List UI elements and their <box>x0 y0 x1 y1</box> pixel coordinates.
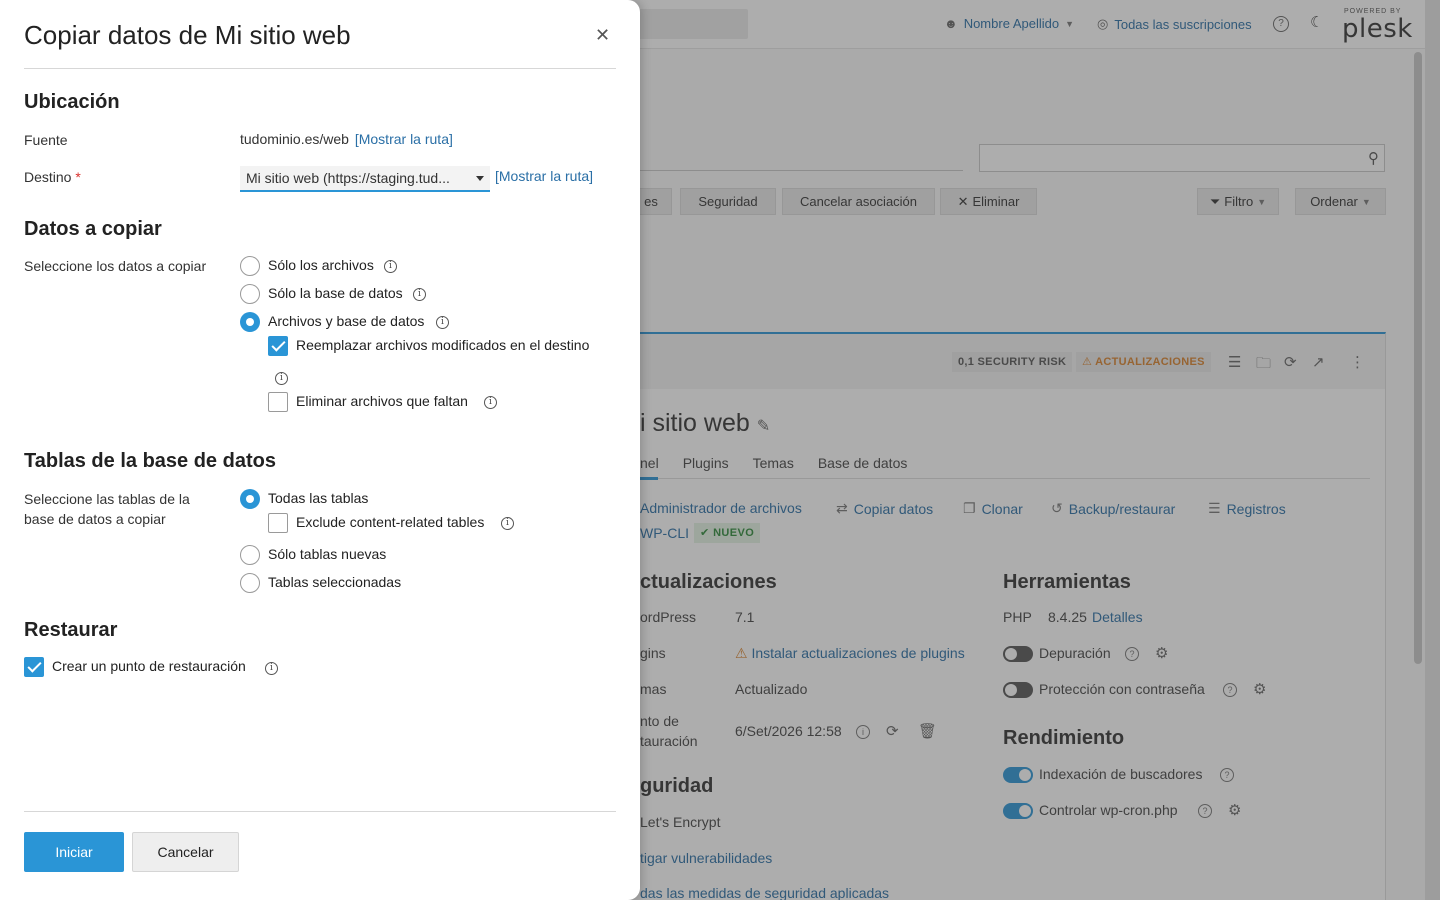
info-icon[interactable]: i <box>384 260 397 273</box>
selected-tables-label: Tablas seleccionadas <box>268 574 402 590</box>
delete-missing-label: Eliminar archivos que faltan <box>296 393 468 409</box>
data-to-copy-heading: Datos a copiar <box>24 218 162 240</box>
replace-modified-label: Reemplazar archivos modificados en el de… <box>296 337 590 353</box>
radio-files-only[interactable] <box>240 256 260 276</box>
replace-modified-checkbox[interactable] <box>268 336 288 356</box>
footer-divider <box>24 811 616 812</box>
exclude-content-checkbox[interactable] <box>268 513 288 533</box>
radio-new-tables[interactable] <box>240 545 260 565</box>
new-tables-label: Sólo tablas nuevas <box>268 546 387 562</box>
location-heading: Ubicación <box>24 91 120 113</box>
info-icon[interactable]: i <box>275 372 288 385</box>
title-divider <box>24 68 616 69</box>
info-icon[interactable]: i <box>484 396 497 409</box>
db-tables-heading: Tablas de la base de datos <box>24 450 276 472</box>
destination-label: Destino * <box>24 169 81 185</box>
exclude-content-label: Exclude content-related tables <box>296 514 485 530</box>
radio-all-tables[interactable] <box>240 489 260 509</box>
create-restore-point-checkbox[interactable] <box>24 657 44 677</box>
info-icon[interactable]: i <box>436 316 449 329</box>
chevron-down-icon <box>476 176 484 181</box>
radio-files-and-database[interactable] <box>240 312 260 332</box>
source-value: tudominio.es/web [Mostrar la ruta] <box>240 131 453 147</box>
info-icon[interactable]: i <box>265 662 278 675</box>
db-tables-label: Seleccione las tablas de la base de dato… <box>24 491 190 527</box>
info-icon[interactable]: i <box>413 288 426 301</box>
start-button[interactable]: Iniciar <box>24 832 124 872</box>
show-source-path-link[interactable]: [Mostrar la ruta] <box>355 131 453 147</box>
data-to-copy-label: Seleccione los datos a copiar <box>24 258 207 274</box>
destination-select[interactable]: Mi sitio web (https://staging.tud... <box>240 166 490 192</box>
files-only-label: Sólo los archivos <box>268 257 374 273</box>
copy-data-dialog: Copiar datos de Mi sitio web ✕ Ubicación… <box>0 0 640 900</box>
files-and-database-label: Archivos y base de datos <box>268 313 425 329</box>
delete-missing-checkbox[interactable] <box>268 392 288 412</box>
radio-selected-tables[interactable] <box>240 573 260 593</box>
all-tables-label: Todas las tablas <box>268 490 369 506</box>
info-icon[interactable]: i <box>501 517 514 530</box>
source-label: Fuente <box>24 132 68 148</box>
restore-heading: Restaurar <box>24 619 118 641</box>
radio-database-only[interactable] <box>240 284 260 304</box>
close-icon[interactable]: ✕ <box>595 26 610 44</box>
cancel-button[interactable]: Cancelar <box>132 832 239 872</box>
show-destination-path-link[interactable]: [Mostrar la ruta] <box>495 168 593 184</box>
required-marker: * <box>75 169 81 185</box>
database-only-label: Sólo la base de datos <box>268 285 403 301</box>
create-restore-point-label: Crear un punto de restauración <box>52 658 246 674</box>
dialog-title: Copiar datos de Mi sitio web <box>24 20 351 50</box>
